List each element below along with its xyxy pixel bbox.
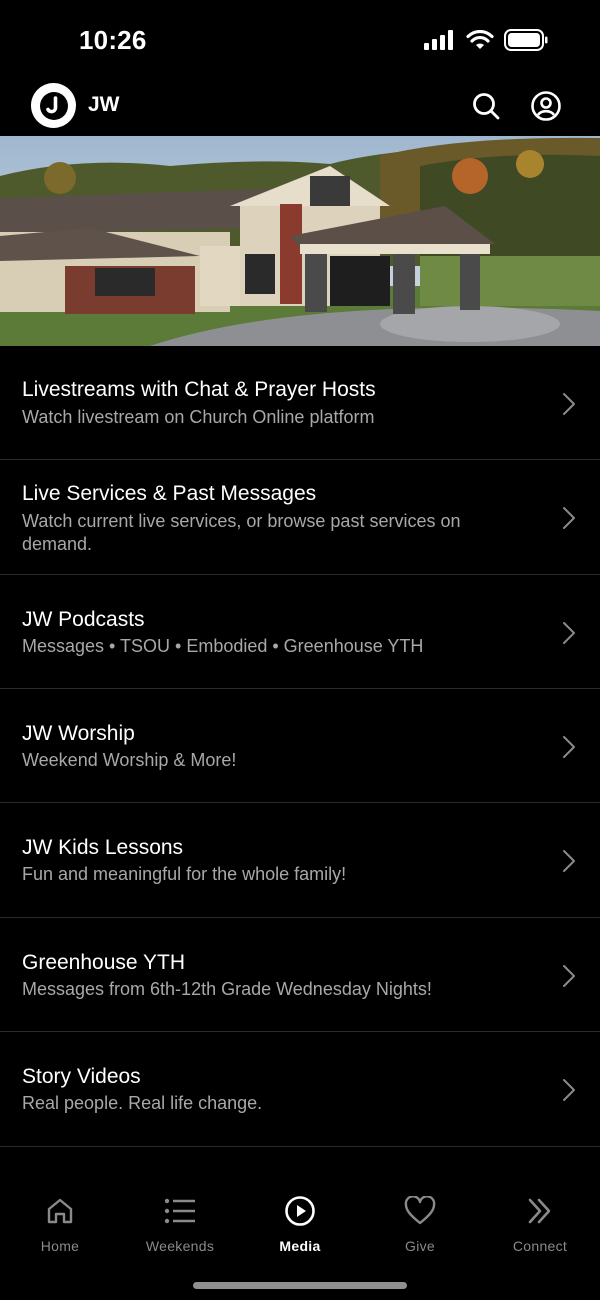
tab-label: Connect xyxy=(512,1238,568,1254)
list-item-title: Greenhouse YTH xyxy=(22,951,186,974)
chevron-right-icon xyxy=(563,507,575,529)
church-logo[interactable] xyxy=(31,83,76,128)
list-item-subtitle: Fun and meaningful for the whole family! xyxy=(22,864,347,884)
home-icon xyxy=(47,1198,73,1224)
tab-connect[interactable]: Connect xyxy=(480,1194,600,1254)
tab-label: Media xyxy=(279,1238,321,1254)
list-item[interactable]: JW Worship Weekend Worship & More! xyxy=(0,689,600,803)
status-time: 10:26 xyxy=(79,25,147,55)
search-icon xyxy=(473,93,500,120)
list-item-title: JW Podcasts xyxy=(22,608,145,631)
hero-image xyxy=(0,136,600,346)
cellular-signal-icon xyxy=(424,30,453,50)
tab-give[interactable]: Give xyxy=(360,1194,480,1254)
list-item[interactable]: Story Videos Real people. Real life chan… xyxy=(0,1032,600,1147)
list-item-title: JW Worship xyxy=(22,722,135,745)
double-chevron-icon xyxy=(528,1198,551,1224)
list-item[interactable]: Greenhouse YTH Messages from 6th-12th Gr… xyxy=(0,918,600,1032)
status-icons xyxy=(424,29,548,51)
app-header: JW xyxy=(0,80,600,136)
list-item-subtitle: Watch current live services, or browse p… xyxy=(22,511,461,554)
profile-icon xyxy=(531,91,561,121)
list-item-title: Story Videos xyxy=(22,1065,141,1088)
chevron-right-icon xyxy=(563,622,575,644)
home-indicator[interactable] xyxy=(193,1282,407,1289)
list-item-title: Live Services & Past Messages xyxy=(22,482,317,505)
wifi-icon xyxy=(466,29,494,49)
list-icon xyxy=(164,1198,195,1224)
search-button[interactable] xyxy=(470,90,502,122)
chevron-right-icon xyxy=(563,850,575,872)
list-item[interactable]: Live Services & Past Messages Watch curr… xyxy=(0,460,600,575)
list-item[interactable]: Livestreams with Chat & Prayer Hosts Wat… xyxy=(0,346,600,460)
brand-name: JW xyxy=(88,93,120,116)
list-item-subtitle: Messages • TSOU • Embodied • Greenhouse … xyxy=(22,636,424,656)
list-item[interactable]: JW Kids Lessons Fun and meaningful for t… xyxy=(0,803,600,918)
list-item[interactable]: JW Podcasts Messages • TSOU • Embodied •… xyxy=(0,575,600,689)
tab-label: Give xyxy=(405,1238,435,1254)
list-item-title: Livestreams with Chat & Prayer Hosts xyxy=(22,378,376,401)
church-building-illustration xyxy=(0,136,600,346)
battery-icon xyxy=(504,29,548,51)
heart-icon xyxy=(404,1196,436,1225)
list-item-subtitle: Real people. Real life change. xyxy=(22,1093,263,1113)
profile-button[interactable] xyxy=(530,90,562,122)
tab-weekends[interactable]: Weekends xyxy=(120,1194,240,1254)
chevron-right-icon xyxy=(563,393,575,415)
logo-mark-icon xyxy=(39,91,68,120)
status-bar: 10:26 xyxy=(0,0,600,80)
tab-home[interactable]: Home xyxy=(0,1194,120,1254)
tab-media[interactable]: Media xyxy=(240,1194,360,1254)
chevron-right-icon xyxy=(563,1079,575,1101)
tab-label: Weekends xyxy=(145,1238,215,1254)
chevron-right-icon xyxy=(563,965,575,987)
chevron-right-icon xyxy=(563,736,575,758)
tab-label: Home xyxy=(40,1238,80,1254)
media-list: Livestreams with Chat & Prayer Hosts Wat… xyxy=(0,346,600,1147)
play-circle-icon xyxy=(285,1196,315,1226)
list-item-subtitle: Watch livestream on Church Online platfo… xyxy=(22,407,375,427)
list-item-subtitle: Messages from 6th-12th Grade Wednesday N… xyxy=(22,979,432,999)
list-item-title: JW Kids Lessons xyxy=(22,836,184,859)
list-item-subtitle: Weekend Worship & More! xyxy=(22,750,237,770)
